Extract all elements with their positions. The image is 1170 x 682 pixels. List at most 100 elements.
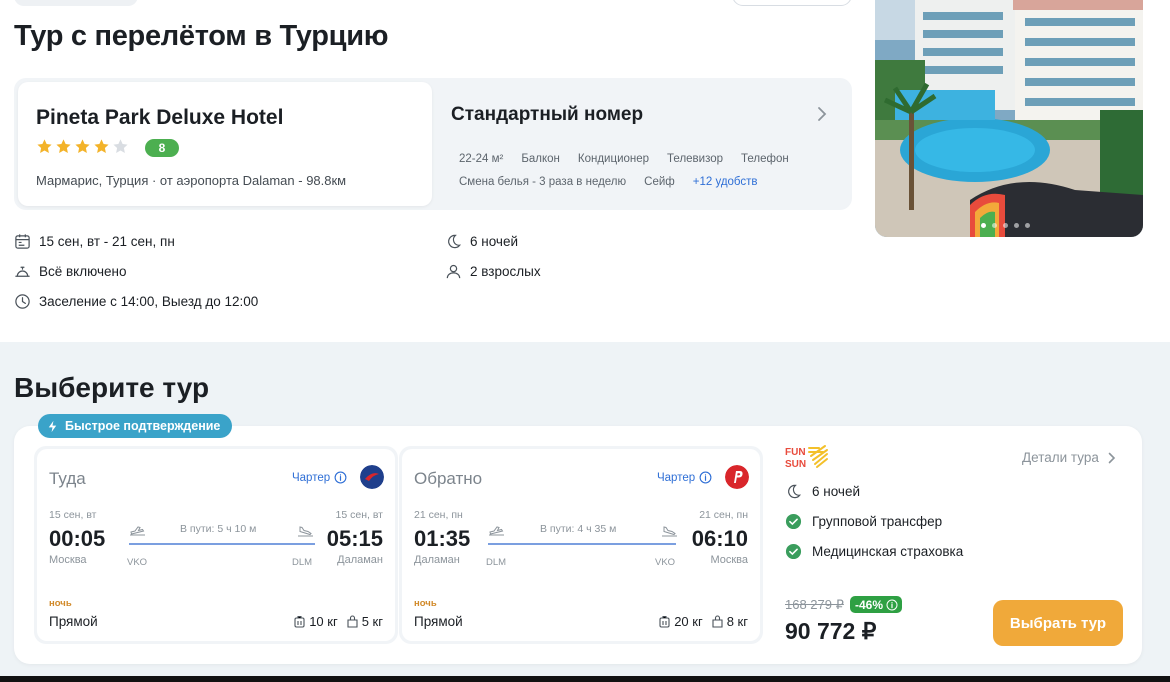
discount-text: -46% (855, 597, 884, 612)
funsun-logo: FUN SUN (785, 445, 828, 470)
person-icon (446, 264, 461, 279)
star-empty-icon (113, 139, 128, 153)
flight-type: Прямой (414, 614, 463, 629)
bag-icon (712, 615, 723, 628)
chevron-right-icon (1108, 452, 1116, 463)
svg-text:SUN: SUN (785, 459, 806, 470)
route-line (488, 543, 676, 545)
takeoff-icon (489, 526, 504, 536)
moon-icon (448, 234, 462, 249)
tour-details-text: Детали тура (1022, 450, 1099, 465)
chevron-right-icon[interactable] (816, 106, 828, 122)
flight-card: Обратно Чартер 21 сен, пн 21 сен, пн 01:… (402, 449, 760, 641)
flight-type: Прямой (49, 614, 98, 629)
suitcase-icon (294, 615, 305, 628)
bottom-bar (0, 676, 1170, 682)
photo-dot[interactable] (992, 223, 997, 228)
hand-luggage-weight: 8 кг (726, 614, 748, 629)
lightning-icon (48, 420, 57, 432)
fast-confirmation-label: Быстрое подтверждение (65, 419, 221, 433)
departure-code: VKO (127, 557, 148, 568)
info-dates: 15 сен, вт - 21 сен, пн (14, 233, 175, 250)
star-icon (75, 139, 90, 153)
hotel-stars (36, 138, 129, 155)
info-checkin: Заселение с 14:00, Выезд до 12:00 (14, 293, 258, 310)
svg-text:FUN: FUN (785, 447, 806, 458)
feature-text: Медицинская страховка (812, 544, 964, 559)
flight-outbound[interactable]: Туда Чартер 15 сен, вт 15 сен, вт 00:05 … (34, 446, 398, 644)
price: 90 772 ₽ (785, 618, 877, 644)
photo-dot[interactable] (1025, 223, 1030, 228)
charter-label[interactable]: Чартер (657, 471, 712, 484)
page-title: Тур с перелётом в Турцию (14, 20, 389, 52)
suitcase-icon (659, 615, 670, 628)
baggage-weight: 20 кг (674, 614, 703, 629)
airline-logo-icon (360, 465, 384, 489)
time-of-day: ночь (414, 598, 437, 609)
departure-code: DLM (486, 557, 507, 568)
tour-feature-nights: 6 ночей (785, 483, 860, 500)
info-nights: 6 ночей (445, 233, 518, 250)
flight-duration: В пути: 4 ч 35 м (540, 523, 617, 535)
photo-dot[interactable] (1014, 223, 1019, 228)
star-icon (56, 139, 71, 153)
moon-icon (788, 484, 802, 499)
arrival-date: 21 сен, пн (699, 509, 748, 521)
amenity: Смена белья - 3 раза в неделю (459, 176, 627, 188)
photo-dot[interactable] (1003, 223, 1008, 228)
old-price: 168 279 ₽ (785, 597, 844, 612)
hotel-name[interactable]: Pineta Park Deluxe Hotel (36, 106, 283, 130)
landing-icon (298, 526, 313, 537)
departure-date: 15 сен, вт (49, 509, 97, 521)
flight-return[interactable]: Обратно Чартер 21 сен, пн 21 сен, пн 01:… (399, 446, 763, 644)
hotel-photo[interactable] (875, 0, 1143, 237)
photo-dot[interactable] (981, 223, 986, 228)
info-icon[interactable] (334, 471, 347, 484)
star-icon (94, 139, 109, 153)
board-text: Всё включено (39, 264, 127, 279)
departure-date: 21 сен, пн (414, 509, 463, 521)
more-amenities-link[interactable]: +12 удобств (693, 171, 758, 194)
arrival-city: Москва (710, 554, 748, 566)
departure-city: Даламан (414, 554, 460, 566)
charter-label[interactable]: Чартер (292, 471, 347, 484)
room-title[interactable]: Стандартный номер (451, 104, 643, 126)
arrival-date: 15 сен, вт (335, 509, 383, 521)
departure-time: 00:05 (49, 526, 106, 551)
landing-icon (662, 526, 677, 537)
rating-badge: 8 (145, 139, 179, 157)
flight-card: Туда Чартер 15 сен, вт 15 сен, вт 00:05 … (37, 449, 395, 641)
select-tour-button[interactable]: Выбрать тур (993, 600, 1123, 646)
amenity: Кондиционер (577, 153, 650, 165)
hand-luggage-weight: 5 кг (361, 614, 383, 629)
info-icon[interactable] (886, 599, 898, 611)
section-title: Выберите тур (14, 372, 210, 403)
flight-title: Обратно (414, 469, 483, 488)
checkin-text: Заселение с 14:00, Выезд до 12:00 (39, 294, 259, 309)
fast-confirmation-badge: Быстрое подтверждение (38, 414, 233, 438)
arrival-time: 06:10 (691, 526, 748, 551)
info-icon[interactable] (699, 471, 712, 484)
flight-duration: В пути: 5 ч 10 м (180, 523, 257, 535)
info-guests: 2 взрослых (445, 263, 541, 280)
hotel-card[interactable]: Pineta Park Deluxe Hotel 8 Мармарис, Тур… (18, 82, 432, 206)
food-cloche-icon (15, 266, 30, 277)
tour-details-link[interactable]: Детали тура (1022, 450, 1117, 465)
charter-text: Чартер (657, 471, 696, 484)
amenity: Телевизор (667, 153, 724, 165)
hotel-room-block: Pineta Park Deluxe Hotel 8 Мармарис, Тур… (14, 78, 852, 210)
guests-text: 2 взрослых (470, 264, 541, 279)
photo-pagination (981, 223, 1030, 228)
bag-icon (347, 615, 358, 628)
top-section: Тур с перелётом в Турцию Pineta Park Del… (0, 0, 1170, 342)
room-amenities: 22-24 м² Балкон Кондиционер Телевизор Телефо… (459, 148, 839, 194)
charter-text: Чартер (292, 471, 331, 484)
clock-icon (15, 294, 30, 309)
tour-summary: FUN SUN Детали тура 6 ночей Групповой тр… (785, 444, 1130, 654)
dates-text: 15 сен, вт - 21 сен, пн (39, 234, 175, 249)
arrival-city: Даламан (337, 554, 383, 566)
departure-city: Москва (49, 554, 87, 566)
top-button-stub[interactable] (732, 0, 852, 6)
feature-text: 6 ночей (812, 484, 861, 499)
hotel-photo-image (875, 0, 1143, 237)
